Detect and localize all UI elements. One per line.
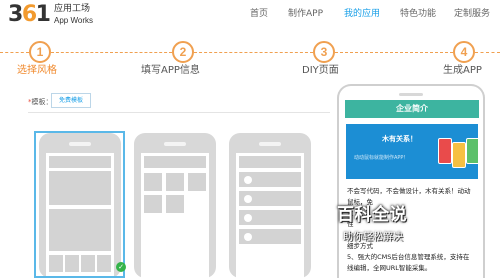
circle-icon	[244, 213, 252, 222]
checkmark-icon: ✓	[116, 262, 126, 272]
logo-english-name: App Works	[54, 16, 93, 25]
banner-title: 木有关系！	[382, 135, 417, 143]
phone-screen	[236, 153, 304, 278]
circle-icon	[244, 194, 252, 203]
header-block	[144, 156, 206, 168]
circle-icon	[244, 175, 252, 184]
nav-features[interactable]: 特色功能	[400, 8, 436, 20]
step-3-circle: 3	[313, 41, 335, 63]
nav-my-apps[interactable]: 我的应用	[344, 8, 380, 20]
banner-phone-image	[466, 138, 478, 164]
banner-phone-image	[452, 142, 466, 168]
phone-speaker	[259, 142, 281, 146]
free-template-tab[interactable]: 免费模板	[51, 93, 91, 108]
step-2-label: 填写APP信息	[141, 65, 200, 76]
logo-chinese-name: 应用工场	[54, 4, 91, 14]
preview-header-title: 企业简介	[345, 100, 479, 118]
list-row-block	[239, 210, 301, 225]
selected-template-border	[34, 131, 125, 278]
circle-icon	[244, 232, 252, 241]
list-row-block	[239, 229, 301, 244]
step-connector	[51, 52, 172, 53]
step-connector	[0, 52, 29, 53]
divider	[28, 112, 330, 113]
step-3-label: DIY页面	[302, 65, 339, 76]
step-progress-bar: 1 2 3 4 选择风格 填写APP信息 DIY页面 生成APP	[0, 30, 500, 82]
header-block	[239, 156, 301, 168]
step-connector	[475, 52, 500, 53]
step-1-label: 选择风格	[17, 65, 57, 76]
template-option-list[interactable]	[229, 133, 311, 278]
grid-block	[166, 195, 184, 213]
step-1-circle: 1	[29, 41, 51, 63]
grid-block	[166, 173, 184, 191]
phone-speaker	[399, 93, 423, 96]
app-works-logo[interactable]: 361 应用工场 App Works	[8, 3, 108, 27]
nav-custom-service[interactable]: 定制服务	[454, 8, 490, 20]
preview-body-line: 5、强大的CMS后台信息管理系统，支持在	[347, 253, 470, 261]
grid-block	[144, 195, 162, 213]
preview-banner: 木有关系！ 动动鼠标就能制作APP！	[346, 124, 478, 179]
step-connector	[194, 52, 313, 53]
top-header: 361 应用工场 App Works 首页 制作APP 我的应用 特色功能 定制…	[0, 0, 500, 30]
list-row-block	[239, 191, 301, 206]
watermark-subtitle: 助你轻松解决	[343, 232, 403, 243]
nav-make-app[interactable]: 制作APP	[288, 8, 323, 20]
list-row-block	[239, 172, 301, 187]
grid-block	[188, 173, 206, 191]
step-4-circle: 4	[453, 41, 475, 63]
template-label: *模板：	[28, 98, 53, 106]
logo-number: 361	[8, 2, 51, 27]
phone-speaker	[164, 142, 186, 146]
grid-block	[144, 173, 162, 191]
step-4-label: 生成APP	[443, 65, 482, 76]
preview-body-line: 线编辑，全网URL智能采集。	[347, 264, 432, 272]
watermark-title: 百科全说	[337, 205, 407, 225]
nav-home[interactable]: 首页	[250, 8, 268, 20]
step-2-circle: 2	[172, 41, 194, 63]
template-option-icon-grid[interactable]	[134, 133, 216, 278]
watermark-overlay: 百科全说 助你轻松解决	[333, 196, 451, 252]
banner-phone-image	[438, 138, 452, 164]
step-connector	[335, 52, 453, 53]
banner-subtitle: 动动鼠标就能制作APP！	[354, 155, 409, 161]
phone-screen	[141, 153, 209, 278]
